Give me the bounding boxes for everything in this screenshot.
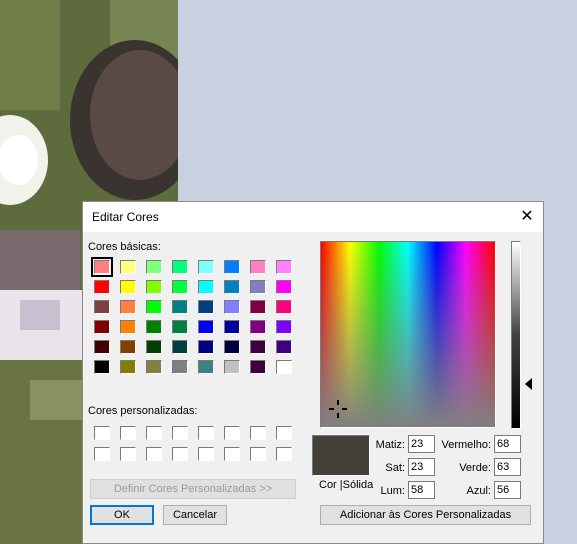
lum-label: Lum: <box>380 485 405 497</box>
basic-color-swatch[interactable] <box>224 360 240 374</box>
basic-color-swatch[interactable] <box>224 320 240 334</box>
basic-color-swatch[interactable] <box>172 300 188 314</box>
red-label: Vermelho: <box>441 439 491 451</box>
color-solid-label: Cor |Sólida <box>319 479 374 491</box>
basic-color-swatch[interactable] <box>198 260 214 274</box>
basic-color-swatch[interactable] <box>198 340 214 354</box>
basic-color-swatch[interactable] <box>224 280 240 294</box>
basic-color-swatch[interactable] <box>120 300 136 314</box>
basic-color-swatch[interactable] <box>94 360 110 374</box>
hue-field[interactable] <box>408 435 435 453</box>
color-spectrum[interactable] <box>320 241 496 428</box>
basic-color-swatch[interactable] <box>146 300 162 314</box>
green-field[interactable] <box>494 458 521 476</box>
basic-color-swatch[interactable] <box>172 360 188 374</box>
crosshair-icon <box>329 400 347 418</box>
lum-field[interactable] <box>408 481 435 499</box>
custom-color-swatch[interactable] <box>120 447 136 461</box>
basic-color-swatch[interactable] <box>172 260 188 274</box>
custom-color-swatch[interactable] <box>172 426 188 440</box>
custom-color-swatch[interactable] <box>276 447 292 461</box>
dialog-title: Editar Cores <box>92 210 159 224</box>
basic-color-swatch[interactable] <box>250 340 266 354</box>
custom-color-swatch[interactable] <box>198 447 214 461</box>
basic-color-swatch[interactable] <box>146 260 162 274</box>
blue-label: Azul: <box>466 485 491 497</box>
basic-color-swatch[interactable] <box>146 340 162 354</box>
basic-color-swatch[interactable] <box>250 360 266 374</box>
basic-color-swatch[interactable] <box>276 280 292 294</box>
basic-color-swatch[interactable] <box>198 320 214 334</box>
blue-field[interactable] <box>494 481 521 499</box>
add-to-custom-colors-button[interactable]: Adicionar às Cores Personalizadas <box>320 505 531 525</box>
basic-color-swatch[interactable] <box>276 260 292 274</box>
color-preview <box>312 435 370 476</box>
sat-label: Sat: <box>385 462 405 474</box>
custom-color-swatch[interactable] <box>94 447 110 461</box>
green-label: Verde: <box>459 462 491 474</box>
custom-color-swatch[interactable] <box>172 447 188 461</box>
close-button[interactable]: ✕ <box>513 204 541 230</box>
edit-colors-dialog: Editar Cores ✕ Cores básicas: Cores pers… <box>82 201 544 544</box>
basic-color-swatch[interactable] <box>224 300 240 314</box>
basic-color-swatch[interactable] <box>276 360 292 374</box>
basic-color-swatch[interactable] <box>94 320 110 334</box>
ok-button[interactable]: OK <box>90 505 154 525</box>
custom-color-swatch[interactable] <box>250 447 266 461</box>
custom-color-swatch[interactable] <box>146 426 162 440</box>
basic-color-swatch[interactable] <box>198 300 214 314</box>
luminosity-arrow-icon[interactable] <box>525 378 532 390</box>
basic-color-swatch[interactable] <box>91 257 113 277</box>
basic-color-swatch[interactable] <box>146 320 162 334</box>
custom-color-swatch[interactable] <box>120 426 136 440</box>
basic-color-swatch[interactable] <box>172 280 188 294</box>
sat-field[interactable] <box>408 458 435 476</box>
basic-color-swatch[interactable] <box>120 320 136 334</box>
basic-color-swatch[interactable] <box>94 280 110 294</box>
title-bar: Editar Cores ✕ <box>83 202 543 232</box>
basic-color-swatch[interactable] <box>250 280 266 294</box>
basic-color-swatch[interactable] <box>198 280 214 294</box>
custom-color-swatch[interactable] <box>198 426 214 440</box>
custom-color-swatch[interactable] <box>94 426 110 440</box>
basic-colors-label: Cores básicas: <box>88 241 161 253</box>
basic-color-swatch[interactable] <box>250 300 266 314</box>
custom-colors-label: Cores personalizadas: <box>88 405 198 417</box>
luminosity-slider[interactable] <box>511 241 521 429</box>
basic-color-swatch[interactable] <box>250 320 266 334</box>
basic-color-swatch[interactable] <box>276 300 292 314</box>
hue-label: Matiz: <box>375 439 405 451</box>
basic-color-swatch[interactable] <box>94 340 110 354</box>
custom-color-swatch[interactable] <box>276 426 292 440</box>
basic-color-swatch[interactable] <box>276 340 292 354</box>
basic-color-swatch[interactable] <box>172 320 188 334</box>
custom-color-swatch[interactable] <box>146 447 162 461</box>
basic-color-swatch[interactable] <box>120 260 136 274</box>
custom-color-swatch[interactable] <box>224 447 240 461</box>
custom-color-swatch[interactable] <box>250 426 266 440</box>
basic-color-swatch[interactable] <box>146 280 162 294</box>
custom-color-swatch[interactable] <box>224 426 240 440</box>
basic-color-swatch[interactable] <box>250 260 266 274</box>
basic-color-swatch[interactable] <box>146 360 162 374</box>
cancel-button[interactable]: Cancelar <box>163 505 227 525</box>
basic-color-swatch[interactable] <box>94 300 110 314</box>
basic-color-swatch[interactable] <box>172 340 188 354</box>
basic-color-swatch[interactable] <box>198 360 214 374</box>
basic-color-swatch[interactable] <box>120 280 136 294</box>
red-field[interactable] <box>494 435 521 453</box>
basic-color-swatch[interactable] <box>276 320 292 334</box>
define-custom-colors-button[interactable]: Definir Cores Personalizadas >> <box>90 479 296 499</box>
basic-color-swatch[interactable] <box>120 360 136 374</box>
basic-color-swatch[interactable] <box>120 340 136 354</box>
basic-color-swatch[interactable] <box>224 260 240 274</box>
basic-color-swatch[interactable] <box>224 340 240 354</box>
